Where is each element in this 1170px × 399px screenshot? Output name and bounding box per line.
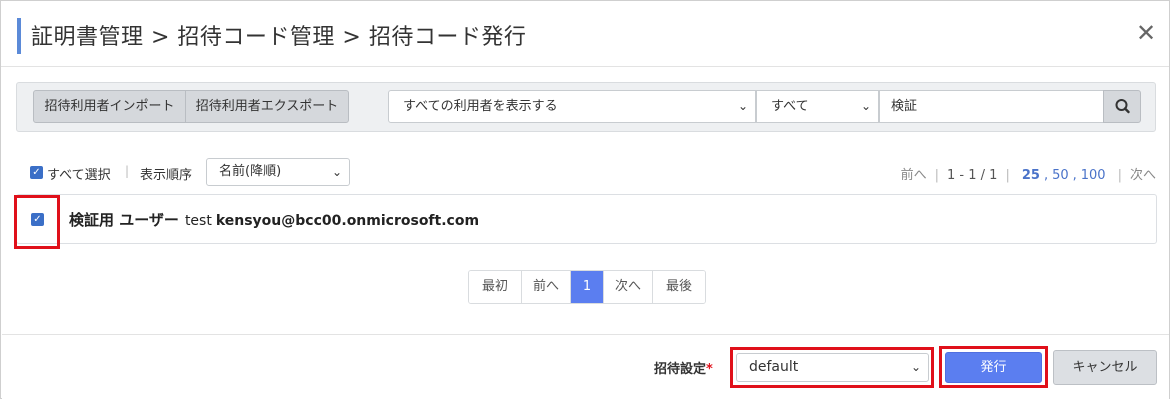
list-item-text: 検証用 ユーザー test kensyou@bcc00.onmicrosoft.co… bbox=[69, 209, 479, 230]
divider: | bbox=[1117, 168, 1122, 183]
close-icon[interactable]: ✕ bbox=[1133, 19, 1159, 47]
pager-next-link[interactable]: 次へ bbox=[1130, 164, 1156, 183]
invite-setting-select[interactable]: default ⌄ bbox=[736, 353, 929, 382]
chevron-down-icon: ⌄ bbox=[910, 360, 921, 374]
divider: | bbox=[1005, 168, 1010, 183]
chevron-down-icon: ⌄ bbox=[860, 99, 871, 113]
sort-order-value: 名前(降順) bbox=[219, 164, 282, 179]
page-size-25[interactable]: 25 bbox=[1022, 168, 1040, 183]
select-all-label[interactable]: すべて選択 bbox=[47, 164, 111, 183]
import-users-button[interactable]: 招待利用者インポート bbox=[33, 90, 186, 123]
separator: , bbox=[1043, 168, 1049, 183]
invite-setting-text: 招待設定 bbox=[654, 362, 707, 377]
separator: , bbox=[1072, 168, 1077, 183]
chevron-down-icon: ⌄ bbox=[737, 99, 748, 113]
select-all-checkbox[interactable]: ✓ bbox=[30, 166, 43, 179]
invite-code-issue-dialog: 証明書管理 > 招待コード管理 > 招待コード発行 ✕ 招待利用者インポート 招… bbox=[0, 0, 1170, 399]
chevron-down-icon: ⌄ bbox=[331, 165, 342, 179]
page-size-50[interactable]: 50 bbox=[1052, 168, 1069, 183]
pager-prev-link[interactable]: 前へ bbox=[901, 164, 927, 183]
divider: | bbox=[934, 168, 940, 183]
sort-order-select[interactable]: 名前(降順) ⌄ bbox=[206, 158, 350, 186]
user-name: 検証用 ユーザー bbox=[69, 211, 179, 229]
status-filter-select[interactable]: すべて ⌄ bbox=[756, 90, 879, 123]
user-email: kensyou@bcc00.onmicrosoft.com bbox=[215, 213, 480, 229]
user-id: test bbox=[184, 213, 212, 229]
sort-order-label: 表示順序 bbox=[140, 168, 193, 183]
divider: | bbox=[125, 164, 130, 178]
page-size-100[interactable]: 100 bbox=[1081, 168, 1106, 183]
issue-button[interactable]: 発行 bbox=[945, 352, 1042, 383]
cancel-button[interactable]: キャンセル bbox=[1053, 350, 1157, 385]
page-next-button[interactable]: 次へ bbox=[604, 271, 653, 303]
page-first-button[interactable]: 最初 bbox=[469, 271, 522, 303]
page-title: 証明書管理 > 招待コード管理 > 招待コード発行 bbox=[31, 25, 527, 50]
invite-setting-value: default bbox=[749, 359, 799, 375]
search-button[interactable] bbox=[1103, 90, 1141, 123]
invite-setting-label: 招待設定* bbox=[654, 358, 713, 377]
row-checkbox[interactable]: ✓ bbox=[31, 213, 44, 226]
status-filter-value: すべて bbox=[771, 99, 809, 114]
search-input[interactable]: 検証 bbox=[879, 90, 1104, 123]
user-filter-value: すべての利用者を表示する bbox=[403, 99, 558, 114]
page-size-pager: 前へ | 1 - 1 / 1 | 25, 50, 100 | 次へ bbox=[901, 164, 1156, 183]
search-icon bbox=[1115, 99, 1130, 114]
pagination: 最初 前へ 1 次へ 最後 bbox=[468, 270, 706, 304]
page-last-button[interactable]: 最後 bbox=[653, 271, 705, 303]
toolbar: 招待利用者インポート 招待利用者エクスポート すべての利用者を表示する ⌄ すべ… bbox=[16, 82, 1156, 132]
page-prev-button[interactable]: 前へ bbox=[522, 271, 571, 303]
title-accent-bar bbox=[17, 18, 21, 54]
dialog-header: 証明書管理 > 招待コード管理 > 招待コード発行 ✕ bbox=[1, 1, 1169, 67]
export-users-button[interactable]: 招待利用者エクスポート bbox=[185, 90, 349, 123]
page-number-button[interactable]: 1 bbox=[571, 271, 604, 303]
required-mark: * bbox=[706, 362, 713, 377]
pager-range: 1 - 1 / 1 bbox=[947, 168, 998, 183]
user-filter-select[interactable]: すべての利用者を表示する ⌄ bbox=[388, 90, 756, 123]
